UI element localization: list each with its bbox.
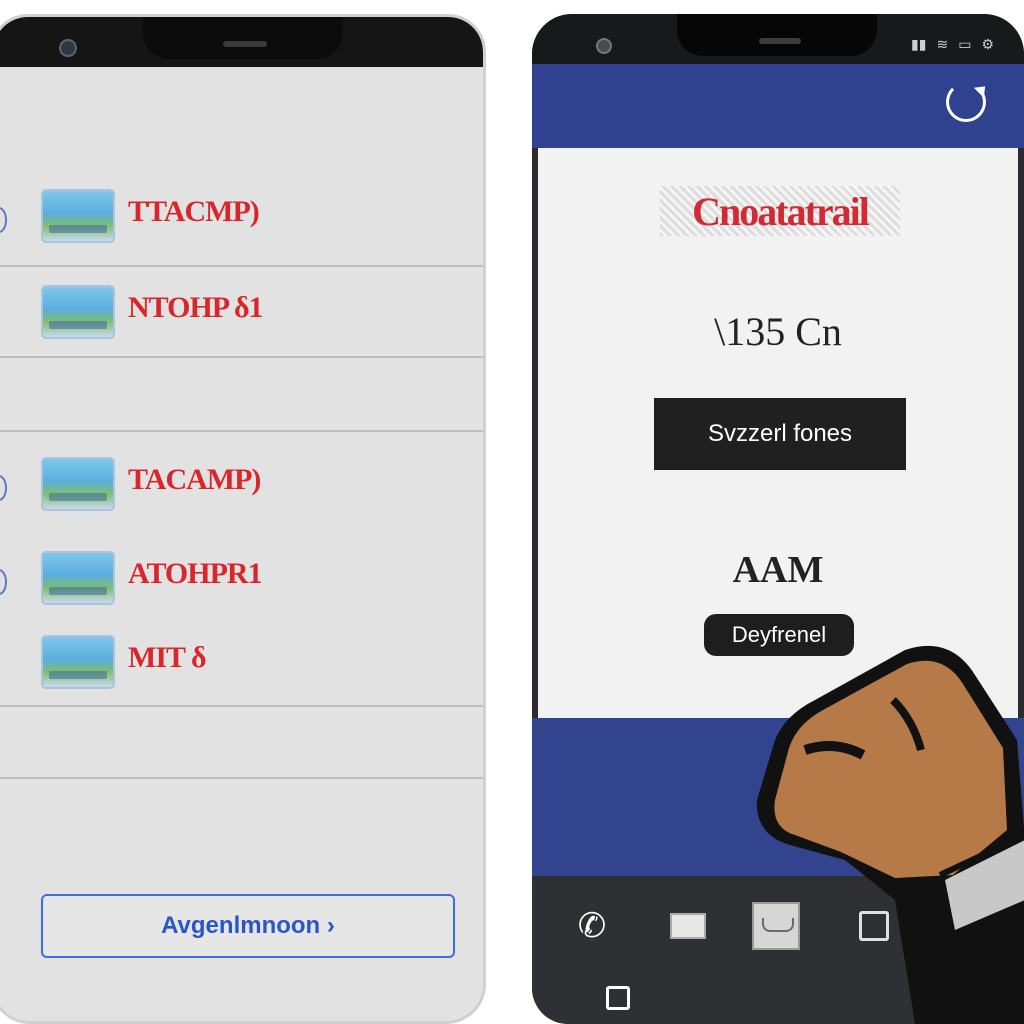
thumbnail-image — [41, 189, 115, 243]
notch — [143, 17, 343, 59]
divider — [0, 705, 483, 707]
message-icon[interactable] — [664, 902, 712, 950]
divider — [0, 265, 483, 267]
primary-button[interactable]: Svzzerl fones — [654, 398, 906, 470]
front-camera-icon — [59, 39, 77, 57]
list-item-label: TTACMP) — [128, 195, 260, 228]
advance-button[interactable]: Avgenlmnoon › — [41, 894, 455, 958]
pill-button[interactable]: Deyfrenel — [704, 614, 854, 656]
right-status-bar: ▮▮ ≋ ▭ ⚙ — [532, 14, 1024, 64]
list-item[interactable]: MIT δ — [0, 625, 483, 705]
list-item[interactable]: TTACMP) — [0, 179, 483, 259]
price-label: \135 Cn — [714, 309, 842, 354]
status-icons: ▮▮ ≋ ▭ ⚙ — [911, 36, 994, 53]
wifi-icon: ≋ — [936, 36, 949, 52]
thumbnail-image — [41, 551, 115, 605]
bottom-nav: ✆ — [532, 876, 1024, 1024]
list-item-label: ATOHPR1 — [128, 557, 263, 590]
divider — [0, 777, 483, 779]
list-bullet-icon — [0, 207, 7, 233]
speaker-icon — [759, 38, 801, 44]
list-item[interactable]: NTOHP δ1 — [0, 275, 483, 355]
list-item[interactable]: ATOHPR1 — [0, 541, 483, 621]
front-camera-icon — [596, 38, 612, 54]
page-title: Cnoatatrail — [660, 186, 900, 236]
thumbnail-image — [41, 635, 115, 689]
divider — [0, 356, 483, 358]
back-button-icon[interactable] — [942, 986, 960, 1008]
refresh-icon[interactable] — [946, 82, 986, 122]
thumbnail-image — [41, 457, 115, 511]
thumbnail-image — [41, 285, 115, 339]
notch — [677, 14, 877, 56]
gallery-icon[interactable] — [850, 902, 898, 950]
list-item-label: NTOHP δ1 — [128, 291, 264, 324]
list-item-label: TACAMP) — [128, 463, 261, 496]
home-button-icon[interactable] — [606, 986, 630, 1010]
left-status-bar — [0, 17, 483, 67]
left-phone: TTACMP) NTOHP δ1 TACAMP) ATOHPR1 MIT δ A… — [0, 14, 486, 1024]
right-phone: ▮▮ ≋ ▭ ⚙ Cnoatatrail \135 Cn Svzzerl fon… — [532, 14, 1024, 1024]
list-item[interactable]: TACAMP) — [0, 447, 483, 527]
mail-icon[interactable] — [752, 902, 800, 950]
battery-icon: ▭ — [958, 36, 972, 52]
divider — [0, 430, 483, 432]
blue-panel — [532, 718, 1024, 876]
list-bullet-icon — [0, 475, 7, 501]
phone-icon[interactable]: ✆ — [568, 902, 616, 950]
list-item-label: MIT δ — [128, 641, 207, 674]
list-bullet-icon — [0, 569, 7, 595]
signal-icon: ▮▮ — [911, 36, 927, 52]
app-bar — [532, 64, 1024, 148]
content-card: Cnoatatrail \135 Cn Svzzerl fones AAM De… — [538, 148, 1018, 718]
sub-heading: AAM — [732, 549, 824, 591]
speaker-icon — [223, 41, 267, 47]
settings-icon: ⚙ — [981, 36, 994, 52]
